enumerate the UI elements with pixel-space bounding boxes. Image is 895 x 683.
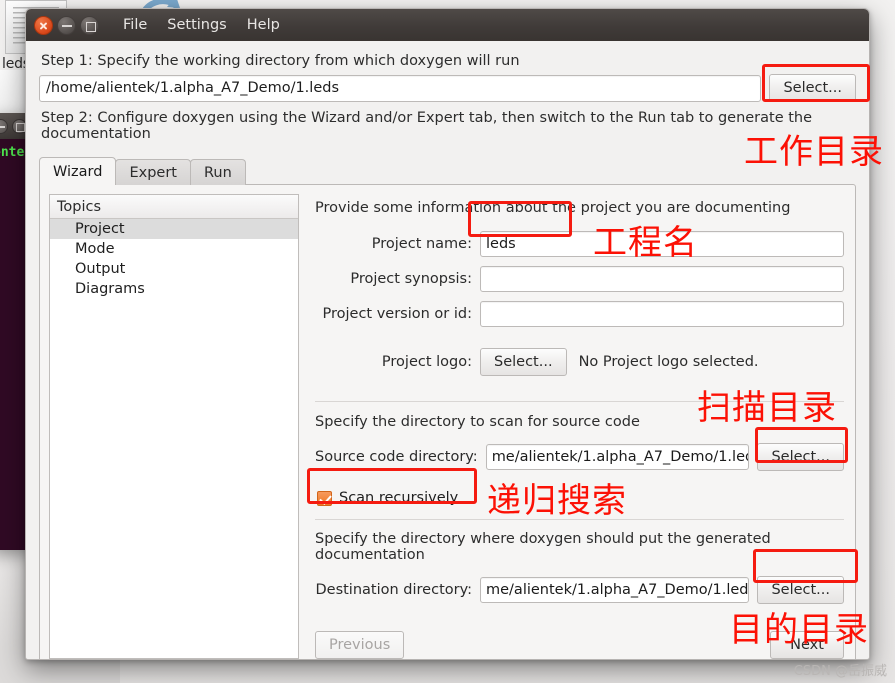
scan-recursively-row[interactable]: Scan recursively: [317, 490, 844, 506]
project-version-label: Project version or id:: [322, 306, 473, 322]
doxywizard-window: File Settings Help Step 1: Specify the w…: [25, 8, 870, 660]
project-version-row: Project version or id:: [315, 301, 844, 327]
minimize-icon[interactable]: [57, 15, 76, 35]
project-logo-label: Project logo:: [381, 354, 472, 370]
window-body: Step 1: Specify the working directory fr…: [26, 41, 869, 659]
next-button[interactable]: Next: [770, 631, 844, 659]
topic-item-output[interactable]: Output: [50, 259, 298, 279]
project-name-input[interactable]: leds: [480, 231, 844, 257]
menu-settings[interactable]: Settings: [165, 15, 228, 35]
topics-header: Topics: [50, 195, 298, 219]
destination-directory-input[interactable]: me/alientek/1.alpha_A7_Demo/1.leds: [480, 577, 750, 603]
topics-list: Topics Project Mode Output Diagrams: [49, 194, 299, 659]
previous-button[interactable]: Previous: [315, 631, 405, 659]
source-directory-label: Source code directory:: [315, 449, 478, 465]
tab-wizard[interactable]: Wizard: [39, 157, 117, 185]
topic-item-diagrams[interactable]: Diagrams: [50, 279, 298, 299]
maximize-icon[interactable]: [80, 15, 99, 35]
wizard-tab-panel: Topics Project Mode Output Diagrams Prov…: [39, 184, 856, 659]
tab-run[interactable]: Run: [189, 159, 246, 185]
divider-2: [315, 519, 844, 520]
divider-1: [315, 401, 844, 402]
source-directory-select-button[interactable]: Select...: [757, 443, 844, 471]
step1-row: /home/alientek/1.alpha_A7_Demo/1.leds Se…: [39, 74, 856, 102]
project-logo-select-button[interactable]: Select...: [480, 348, 567, 376]
tab-strip: Wizard Expert Run: [39, 157, 856, 185]
scan-recursively-checkbox[interactable]: [317, 490, 332, 506]
tab-expert[interactable]: Expert: [115, 159, 191, 185]
project-synopsis-row: Project synopsis:: [315, 266, 844, 292]
menu-help[interactable]: Help: [245, 15, 282, 35]
project-form: Provide some information about the proje…: [299, 194, 846, 659]
destination-section-hint: Specify the directory where doxygen shou…: [315, 531, 771, 563]
close-icon[interactable]: [34, 15, 53, 35]
terminal-minimize-icon[interactable]: [0, 118, 8, 134]
project-synopsis-input[interactable]: [480, 266, 844, 292]
project-name-row: Project name: leds: [315, 231, 844, 257]
working-directory-select-button[interactable]: Select...: [769, 74, 856, 102]
topic-item-project[interactable]: Project: [50, 219, 298, 239]
topic-item-mode[interactable]: Mode: [50, 239, 298, 259]
watermark: CSDN @岳振威: [793, 664, 887, 679]
source-directory-input[interactable]: me/alientek/1.alpha_A7_Demo/1.leds: [485, 444, 750, 470]
scan-recursively-label: Scan recursively: [339, 490, 459, 506]
project-logo-note: No Project logo selected.: [578, 354, 759, 370]
source-section-hint: Specify the directory to scan for source…: [315, 414, 640, 430]
form-hint: Provide some information about the proje…: [315, 200, 791, 216]
destination-directory-row: Destination directory: me/alientek/1.alp…: [315, 576, 844, 604]
window-titlebar: File Settings Help: [26, 9, 869, 41]
working-directory-input[interactable]: /home/alientek/1.alpha_A7_Demo/1.leds: [39, 74, 762, 102]
step2-label: Step 2: Configure doxygen using the Wiza…: [41, 110, 813, 142]
source-directory-row: Source code directory: me/alientek/1.alp…: [315, 443, 844, 471]
menu-file[interactable]: File: [121, 15, 149, 35]
wizard-nav-row: Previous Next: [315, 631, 844, 659]
destination-directory-select-button[interactable]: Select...: [757, 576, 844, 604]
project-version-input[interactable]: [480, 301, 844, 327]
project-synopsis-label: Project synopsis:: [350, 271, 472, 287]
project-logo-row: Project logo: Select... No Project logo …: [315, 348, 844, 376]
destination-directory-label: Destination directory:: [315, 582, 472, 598]
menubar: File Settings Help: [121, 15, 282, 35]
project-name-label: Project name:: [371, 236, 472, 252]
step1-label: Step 1: Specify the working directory fr…: [41, 53, 520, 69]
